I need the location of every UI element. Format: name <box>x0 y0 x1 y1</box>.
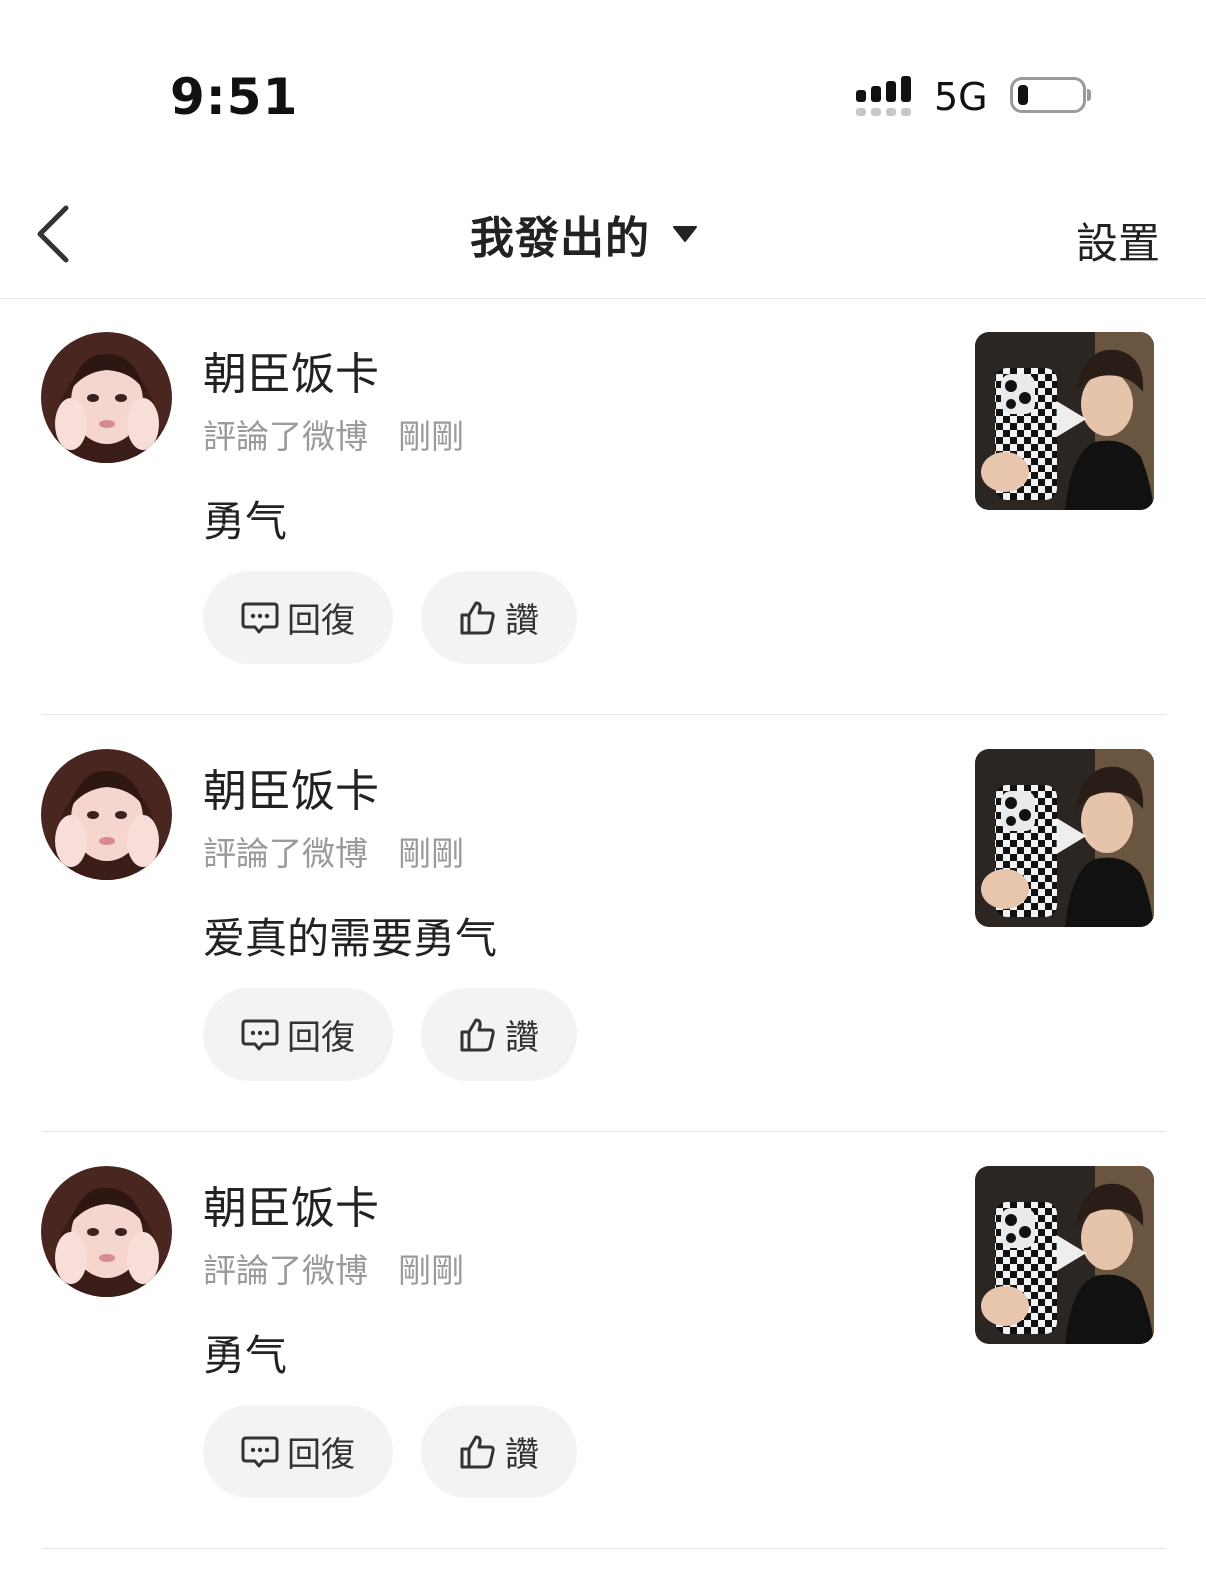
thumbs-up-icon <box>460 1018 495 1051</box>
like-button[interactable]: 讚 <box>421 1405 577 1498</box>
avatar[interactable] <box>41 332 172 463</box>
feed-item: 朝臣饭卡 評論了微博 剛剛 爱真的需要勇气 回復 讚 <box>0 715 1206 1132</box>
battery-tip <box>1087 89 1091 101</box>
comment-text: 勇气 <box>203 1331 288 1380</box>
status-time: 9:51 <box>170 68 299 126</box>
timestamp: 剛剛 <box>398 417 464 456</box>
chevron-left-icon[interactable] <box>34 204 74 264</box>
comment-text: 勇气 <box>203 497 288 546</box>
comment-meta: 評論了微博 剛剛 <box>203 827 464 875</box>
page-title: 我發出的 <box>470 213 650 264</box>
network-type: 5G <box>934 75 988 119</box>
like-label: 讚 <box>505 601 539 641</box>
reply-button[interactable]: 回復 <box>203 571 393 664</box>
feed-item: 朝臣饭卡 評論了微博 剛剛 勇气 回復 讚 <box>0 298 1206 715</box>
action-text: 評論了微博 <box>203 417 368 456</box>
username[interactable]: 朝臣饭卡 <box>203 338 379 402</box>
reply-button[interactable]: 回復 <box>203 1405 393 1498</box>
play-icon <box>1056 818 1087 854</box>
battery-icon <box>1010 77 1086 113</box>
title-dropdown[interactable]: 我發出的 <box>470 206 698 264</box>
reply-label: 回復 <box>287 601 355 641</box>
timestamp: 剛剛 <box>398 1251 464 1290</box>
cellular-signal-icon <box>856 76 911 116</box>
like-label: 讚 <box>505 1435 539 1475</box>
timestamp: 剛剛 <box>398 834 464 873</box>
video-thumbnail[interactable] <box>975 749 1154 927</box>
comment-meta: 評論了微博 剛剛 <box>203 410 464 458</box>
avatar[interactable] <box>41 1166 172 1297</box>
battery-level <box>1018 85 1028 105</box>
comment-feed: 朝臣饭卡 評論了微博 剛剛 勇气 回復 讚 朝臣饭卡 評論了微博 剛剛 爱真的需… <box>0 298 1206 1549</box>
play-icon <box>1056 1235 1087 1271</box>
comment-bubble-icon <box>241 1436 279 1467</box>
feed-item: 朝臣饭卡 評論了微博 剛剛 勇气 回復 讚 <box>0 1132 1206 1549</box>
status-bar: 9:51 5G <box>0 0 1206 190</box>
comment-meta: 評論了微博 剛剛 <box>203 1244 464 1292</box>
reply-label: 回復 <box>287 1435 355 1475</box>
comment-bubble-icon <box>241 602 279 633</box>
avatar[interactable] <box>41 749 172 880</box>
like-button[interactable]: 讚 <box>421 571 577 664</box>
action-text: 評論了微博 <box>203 1251 368 1290</box>
comment-text: 爱真的需要勇气 <box>203 914 498 963</box>
video-thumbnail[interactable] <box>975 332 1154 510</box>
nav-bar: 我發出的 設置 <box>0 190 1206 299</box>
comment-bubble-icon <box>241 1019 279 1050</box>
reply-label: 回復 <box>287 1018 355 1058</box>
like-label: 讚 <box>505 1018 539 1058</box>
video-thumbnail[interactable] <box>975 1166 1154 1344</box>
reply-button[interactable]: 回復 <box>203 988 393 1081</box>
username[interactable]: 朝臣饭卡 <box>203 1172 379 1236</box>
thumbs-up-icon <box>460 601 495 634</box>
caret-down-icon <box>673 226 697 242</box>
thumbs-up-icon <box>460 1435 495 1468</box>
like-button[interactable]: 讚 <box>421 988 577 1081</box>
username[interactable]: 朝臣饭卡 <box>203 755 379 819</box>
action-text: 評論了微博 <box>203 834 368 873</box>
settings-button[interactable]: 設置 <box>1076 210 1160 271</box>
play-icon <box>1056 401 1087 437</box>
